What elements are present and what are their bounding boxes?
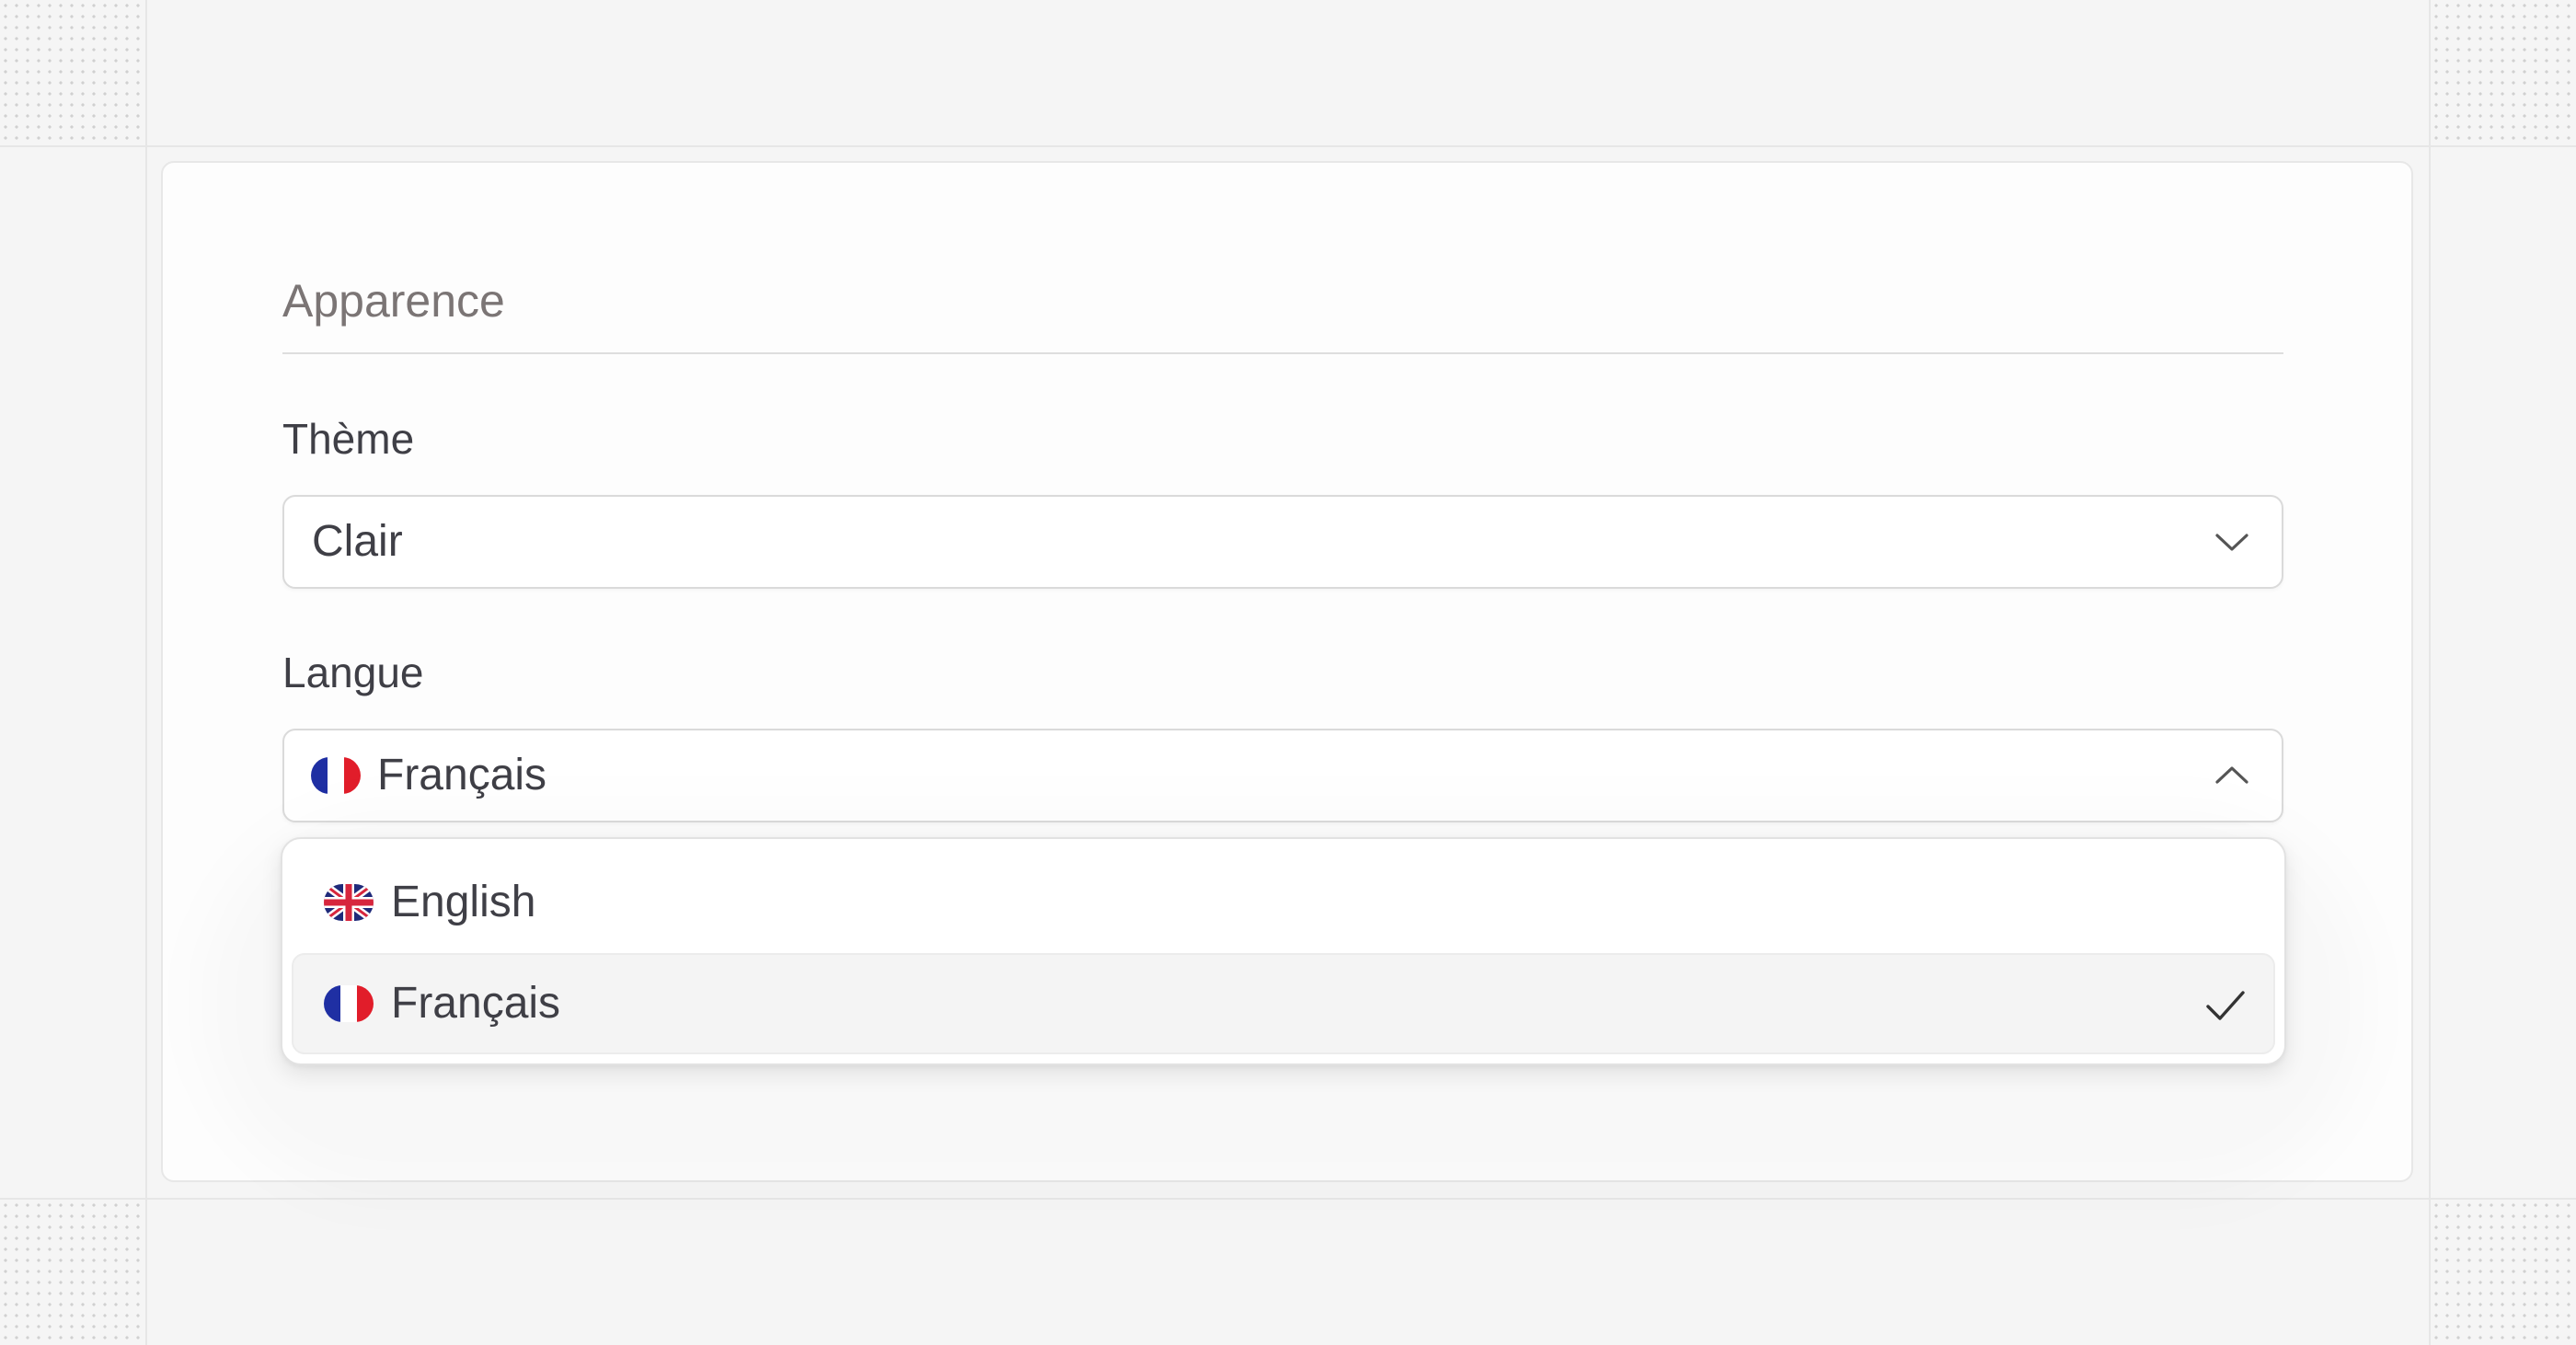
flag-fr-icon	[311, 757, 361, 794]
language-label: Langue	[282, 649, 424, 696]
flag-uk-icon	[324, 884, 374, 921]
guide-line-bottom	[0, 1198, 2576, 1200]
guide-line-left	[145, 0, 147, 1345]
language-option-label: English	[391, 878, 536, 926]
language-option-label: Français	[391, 979, 561, 1028]
flag-fr-icon	[324, 985, 374, 1022]
dot-pattern-top-left	[0, 0, 145, 145]
theme-select-value: Clair	[312, 517, 403, 566]
dot-pattern-bottom-right	[2431, 1200, 2576, 1345]
language-dropdown-menu: English Français	[281, 837, 2286, 1065]
chevron-down-icon	[2215, 534, 2248, 551]
language-select[interactable]: Français	[282, 729, 2283, 822]
section-divider	[282, 352, 2283, 354]
check-icon	[2206, 991, 2245, 1020]
guide-line-right	[2429, 0, 2431, 1345]
theme-label: Thème	[282, 415, 415, 463]
theme-select[interactable]: Clair	[282, 495, 2283, 589]
language-option-french[interactable]: Français	[292, 953, 2275, 1054]
chevron-up-icon	[2215, 766, 2248, 784]
dot-pattern-bottom-left	[0, 1200, 145, 1345]
language-select-value: Français	[377, 751, 547, 799]
section-title: Apparence	[282, 275, 505, 327]
guide-line-top	[0, 145, 2576, 147]
language-option-english[interactable]: English	[292, 852, 2275, 953]
dot-pattern-top-right	[2431, 0, 2576, 145]
